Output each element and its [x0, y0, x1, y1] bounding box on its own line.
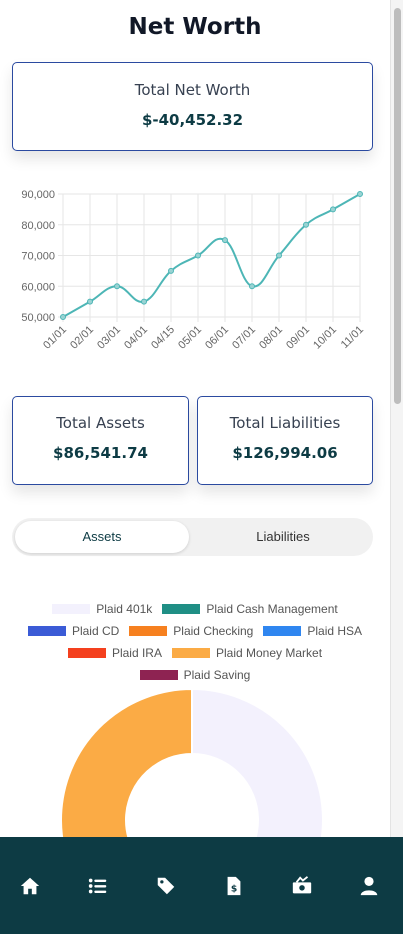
x-tick-label: 06/01	[203, 324, 231, 352]
tab-assets[interactable]: Assets	[15, 521, 189, 553]
grid-lines	[58, 193, 361, 322]
nav-list[interactable]	[87, 875, 109, 897]
legend-label: Plaid IRA	[111, 646, 162, 660]
legend-swatch	[263, 626, 302, 636]
x-tick-label: 09/01	[284, 324, 312, 352]
legend-swatch	[67, 648, 106, 658]
data-point[interactable]	[357, 191, 363, 197]
legend-item[interactable]: Plaid 401k	[52, 602, 152, 616]
nav-money[interactable]	[291, 875, 313, 897]
x-tick-label: 08/01	[257, 324, 285, 352]
page: Net Worth Total Net Worth $-40,452.32 90…	[0, 0, 390, 934]
x-tick-label: 01/01	[41, 324, 69, 352]
x-tick-label: 02/01	[68, 324, 96, 352]
data-point[interactable]	[114, 283, 120, 290]
nav-invoices[interactable]: $	[223, 875, 245, 897]
data-point[interactable]	[303, 221, 309, 228]
net-worth-label: Total Net Worth	[134, 81, 251, 99]
scrollbar[interactable]	[390, 0, 403, 934]
total-assets-card: Total Assets $86,541.74	[12, 396, 189, 485]
data-point[interactable]	[249, 283, 255, 290]
legend-label: Plaid Money Market	[215, 646, 323, 660]
invoice-icon: $	[227, 876, 241, 896]
x-tick-label: 07/01	[230, 324, 258, 352]
total-liabilities-card: Total Liabilities $126,994.06	[197, 396, 373, 485]
home-icon	[20, 877, 40, 895]
x-tick-label: 04/15	[149, 324, 177, 352]
money-icon	[292, 876, 312, 894]
scrollbar-thumb[interactable]	[394, 8, 401, 404]
data-point[interactable]	[168, 267, 174, 274]
legend-swatch	[27, 626, 66, 636]
data-point[interactable]	[222, 237, 228, 244]
data-point[interactable]	[195, 252, 201, 259]
legend-swatch	[162, 604, 201, 614]
svg-text:$: $	[231, 884, 237, 895]
list-icon	[88, 878, 107, 894]
legend-swatch	[139, 670, 178, 680]
x-tick-label: 04/01	[122, 324, 150, 352]
nav-profile[interactable]	[358, 875, 380, 897]
y-tick-label: 70,000	[21, 251, 55, 263]
page-title: Net Worth	[128, 14, 262, 40]
legend-row: Plaid CD Plaid Checking Plaid HSA	[0, 620, 390, 642]
data-point[interactable]	[87, 298, 93, 305]
bottom-nav: $	[0, 837, 403, 934]
nav-home[interactable]	[19, 875, 41, 897]
legend-item[interactable]: Plaid CD	[27, 624, 120, 638]
y-tick-label: 80,000	[21, 220, 55, 232]
legend-swatch	[171, 648, 210, 658]
donut-slice[interactable]	[60, 687, 193, 850]
legend-label: Plaid 401k	[96, 602, 153, 616]
legend-item[interactable]: Plaid Money Market	[171, 646, 323, 660]
legend-label: Plaid Checking	[173, 624, 254, 638]
x-tick-label: 03/01	[95, 324, 123, 352]
data-point[interactable]	[330, 206, 336, 213]
total-assets-label: Total Assets	[56, 414, 145, 432]
x-tick-label: 05/01	[176, 324, 204, 352]
tab-liabilities[interactable]: Liabilities	[197, 521, 369, 553]
donut-slice[interactable]	[191, 687, 324, 850]
data-point[interactable]	[141, 298, 147, 305]
tag-icon	[157, 877, 175, 895]
legend-item[interactable]: Plaid Checking	[129, 624, 253, 638]
total-assets-value: $86,541.74	[53, 444, 148, 462]
total-liabilities-label: Total Liabilities	[229, 414, 341, 432]
user-icon	[360, 876, 378, 896]
legend-row: Plaid IRA Plaid Money Market	[0, 642, 390, 664]
legend-item[interactable]: Plaid HSA	[263, 624, 362, 638]
legend-row: Plaid 401k Plaid Cash Management	[0, 598, 390, 620]
legend-item[interactable]: Plaid Cash Management	[162, 602, 338, 616]
net-worth-card: Total Net Worth $-40,452.32	[12, 62, 373, 151]
y-tick-label: 90,000	[21, 189, 55, 201]
legend-item[interactable]: Plaid IRA	[67, 646, 162, 660]
y-tick-label: 50,000	[21, 312, 55, 324]
x-tick-label: 11/01	[339, 324, 366, 351]
x-tick-label: 10/01	[311, 324, 339, 352]
total-liabilities-value: $126,994.06	[232, 444, 338, 462]
legend-label: Plaid HSA	[307, 624, 363, 638]
legend-swatch	[52, 604, 91, 614]
legend-label: Plaid Cash Management	[206, 602, 338, 616]
y-tick-label: 60,000	[21, 281, 55, 293]
net-worth-line-chart: 90,000 80,000 70,000 60,000 50,00001/01 02/01…	[21, 189, 366, 352]
assets-liabilities-toggle: Assets Liabilities	[12, 518, 373, 556]
net-worth-value: $-40,452.32	[141, 111, 244, 129]
legend-label: Plaid CD	[71, 624, 120, 638]
legend-swatch	[129, 626, 168, 636]
data-point[interactable]	[276, 252, 282, 259]
data-point[interactable]	[60, 314, 66, 320]
donut-legend: Plaid 401k Plaid Cash Management Plaid CD P…	[0, 598, 390, 686]
assets-donut-chart	[60, 687, 324, 850]
nav-tags[interactable]	[155, 875, 177, 897]
